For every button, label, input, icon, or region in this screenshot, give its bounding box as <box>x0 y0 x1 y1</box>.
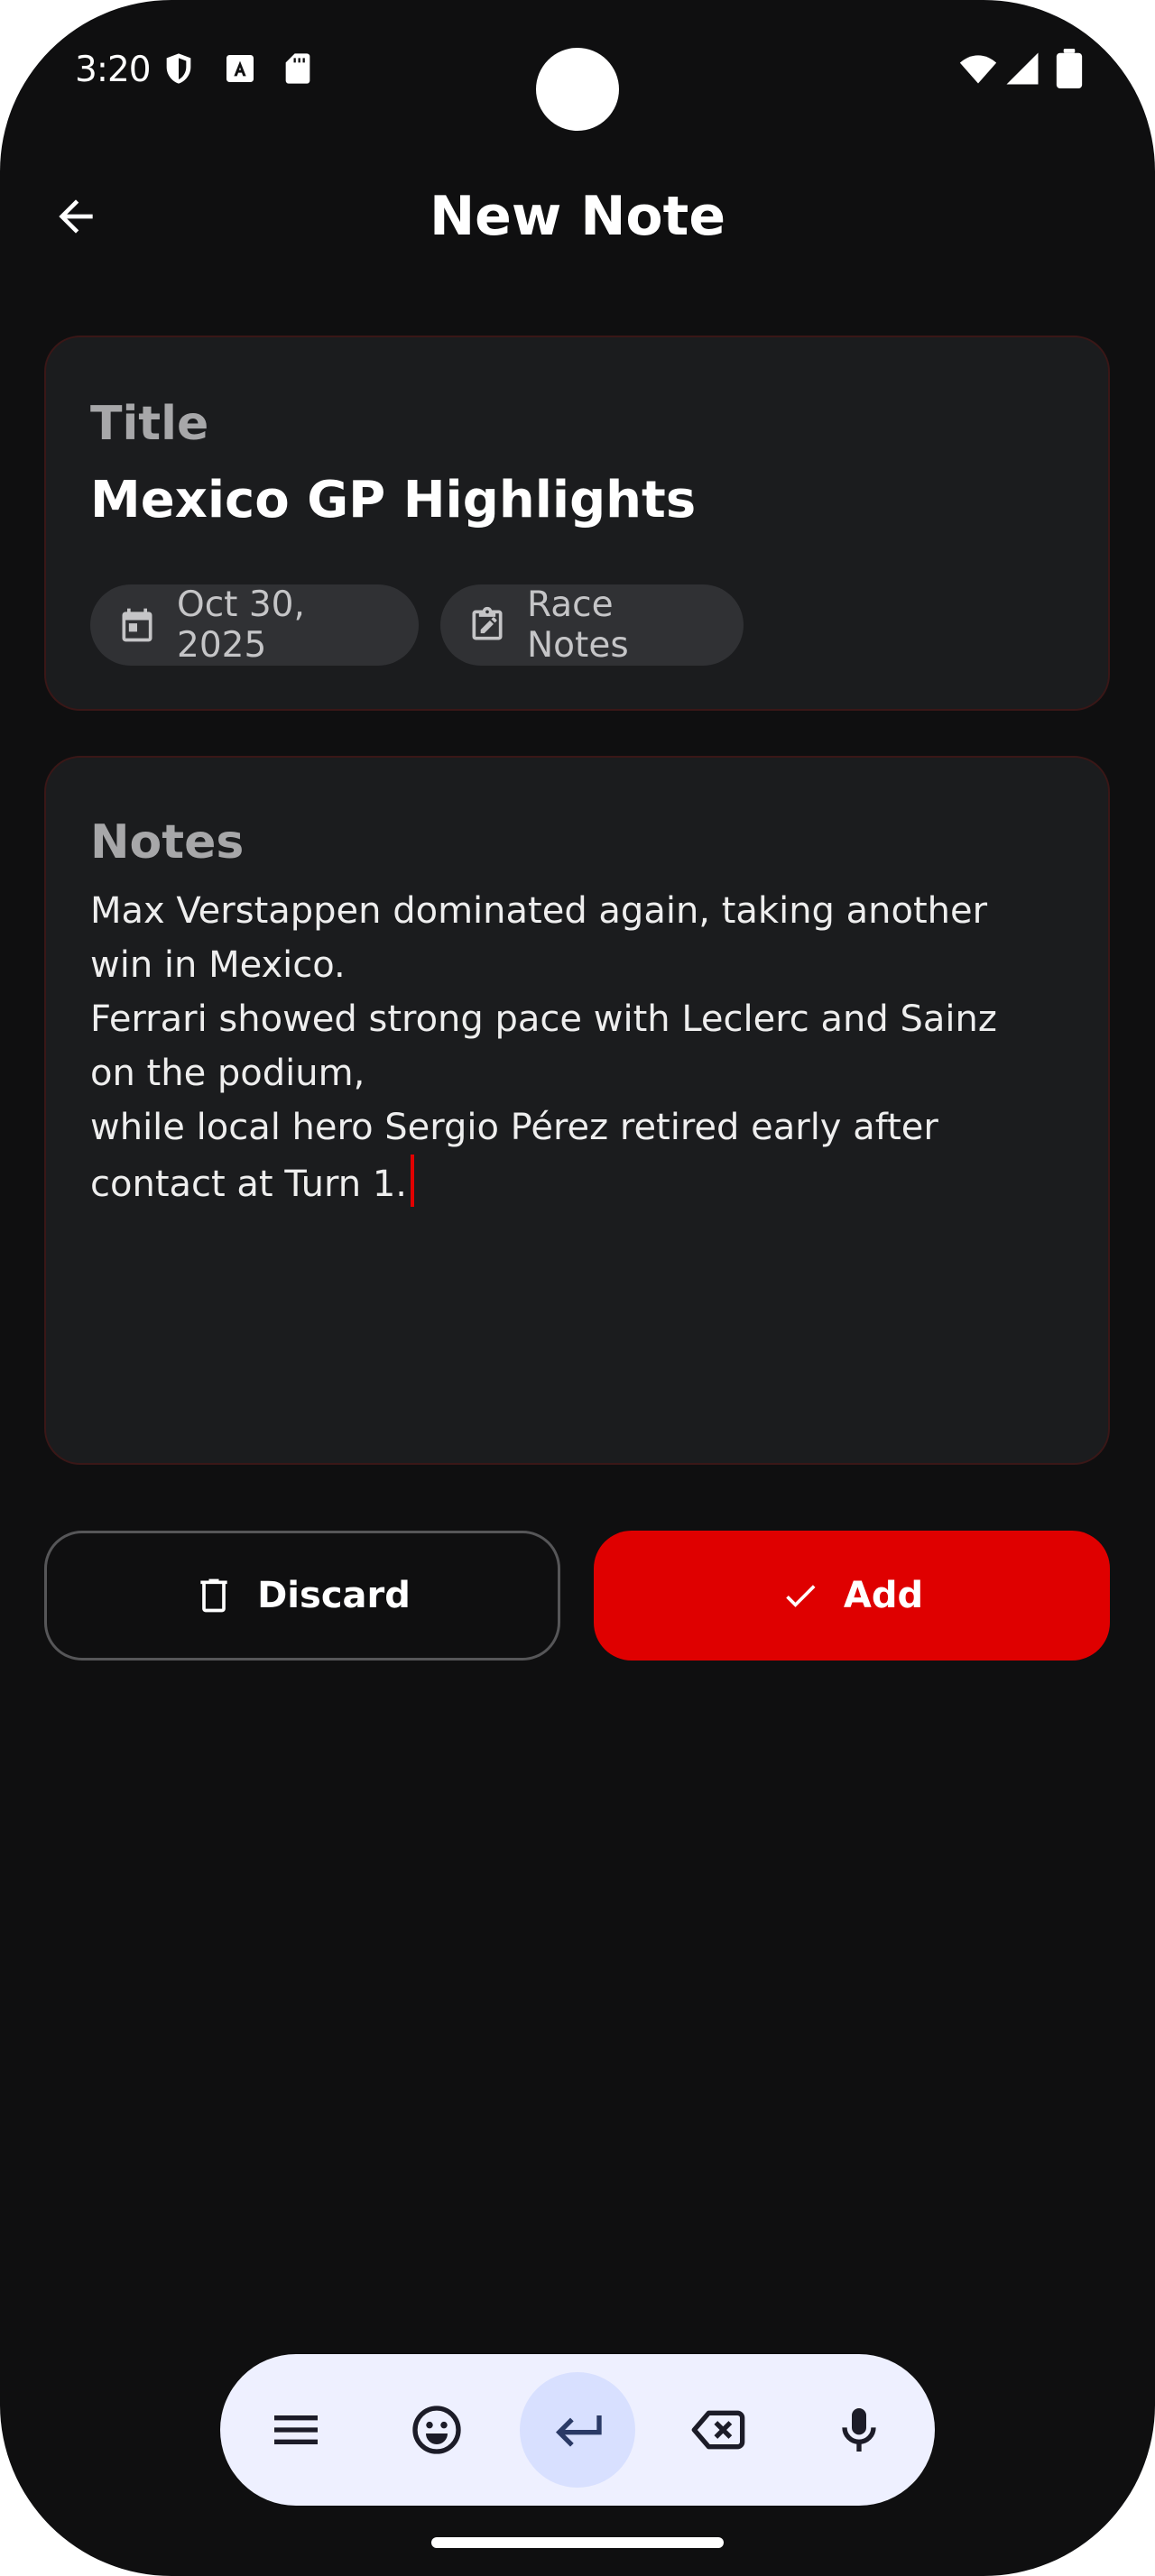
sd-card-icon <box>280 51 316 87</box>
enter-icon <box>556 2415 602 2447</box>
check-icon <box>786 1585 816 1607</box>
notes-label: Notes <box>90 815 245 869</box>
notes-last-line: contact at Turn 1. <box>90 1155 1047 1211</box>
notes-input[interactable]: Max Verstappen dominated again, taking a… <box>90 884 1047 1211</box>
keyboard-toolbar <box>220 2354 935 2506</box>
wifi-icon <box>958 49 998 88</box>
battery-icon <box>1052 49 1086 88</box>
notes-card: Notes Max Verstappen dominated again, ta… <box>44 756 1110 1465</box>
notes-line: on the podium, <box>90 1053 365 1094</box>
menu-icon <box>274 2415 318 2444</box>
backspace-icon <box>691 2410 745 2450</box>
notes-line: Ferrari showed strong pace with Leclerc … <box>90 998 997 1040</box>
keyboard-enter-key[interactable] <box>520 2372 635 2488</box>
app-bar: New Note <box>0 171 1155 262</box>
keyboard-menu-key[interactable] <box>238 2372 354 2488</box>
home-indicator[interactable] <box>431 2537 724 2548</box>
font-a-icon <box>222 51 258 87</box>
emoji-icon <box>412 2406 461 2454</box>
discard-button[interactable]: Discard <box>44 1531 560 1661</box>
keyboard-backspace-key[interactable] <box>661 2372 776 2488</box>
category-chip-label: Race Notes <box>527 584 629 666</box>
discard-label: Discard <box>257 1575 411 1616</box>
shield-icon <box>161 51 197 87</box>
text-cursor <box>411 1155 414 1207</box>
microphone-icon <box>842 2408 876 2452</box>
notes-line: Max Verstappen dominated again, taking a… <box>90 890 988 932</box>
notes-line-text: contact at Turn 1. <box>90 1164 407 1205</box>
keyboard-emoji-key[interactable] <box>379 2372 494 2488</box>
add-button[interactable]: Add <box>594 1531 1110 1661</box>
notes-line: while local hero Sergio Pérez retired ea… <box>90 1107 938 1148</box>
notes-line: win in Mexico. <box>90 944 346 986</box>
calendar-icon <box>122 608 152 642</box>
date-chip-label: Oct 30, 2025 <box>177 584 305 666</box>
date-chip[interactable]: Oct 30, 2025 <box>90 584 419 666</box>
trash-icon <box>200 1578 227 1613</box>
edit-clipboard-icon <box>472 606 503 640</box>
status-time: 3:20 <box>75 50 152 90</box>
phone-screen: 3:20 New Note Title Mexico GP Highlights <box>0 0 1155 2576</box>
title-input[interactable]: Mexico GP Highlights <box>90 469 696 532</box>
add-label: Add <box>843 1575 924 1616</box>
cellular-signal-icon <box>1003 50 1041 87</box>
front-camera <box>536 48 619 131</box>
title-card: Title Mexico GP Highlights Oct 30, 2025 … <box>44 336 1110 711</box>
category-chip[interactable]: Race Notes <box>440 584 744 666</box>
keyboard-mic-key[interactable] <box>801 2372 917 2488</box>
status-bar: 3:20 <box>0 0 1155 144</box>
title-label: Title <box>90 397 209 451</box>
page-title: New Note <box>429 185 726 248</box>
